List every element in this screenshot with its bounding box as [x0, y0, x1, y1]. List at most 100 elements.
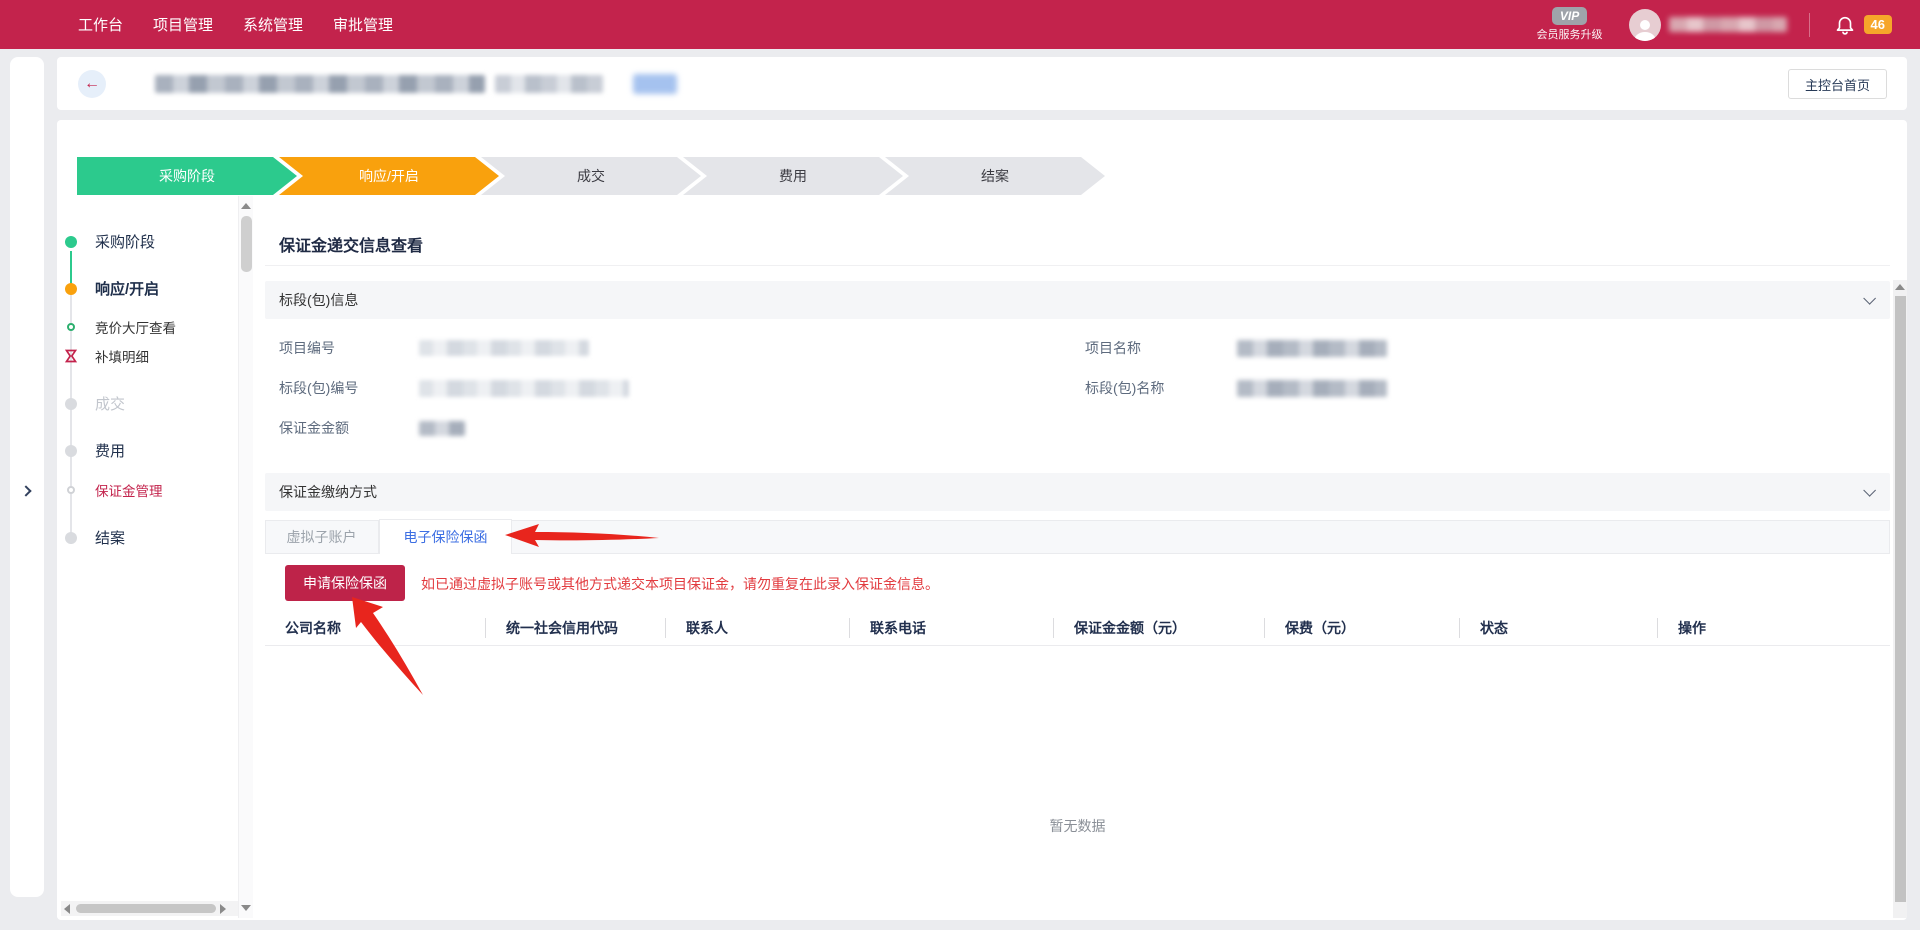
process-steps: 采购阶段 响应/开启 成交 费用 结案 — [77, 157, 1105, 195]
page: 工作台 项目管理 系统管理 审批管理 VIP 会员服务升级 46 — [0, 0, 1920, 930]
step-response-open[interactable]: 响应/开启 — [279, 157, 499, 195]
col-status: 状态 — [1459, 618, 1657, 638]
ring-done-icon — [67, 323, 75, 331]
nav-divider — [1809, 13, 1810, 37]
field-label: 标段(包)编号 — [279, 378, 419, 398]
section-title: 标段(包)信息 — [279, 290, 358, 310]
sidebar-hscroll-thumb[interactable] — [76, 904, 216, 913]
field-label: 保证金金额 — [279, 418, 419, 438]
field-project-no: 项目编号 — [279, 338, 589, 358]
sidebar-item-closing[interactable]: 结案 — [57, 527, 125, 548]
nav-item-workbench[interactable]: 工作台 — [78, 14, 123, 35]
scroll-left-icon[interactable] — [64, 904, 70, 914]
main-panel: 采购阶段 响应/开启 成交 费用 结案 采购阶段 响应/开启 竞价大厅查看 — [57, 120, 1907, 920]
step-fees[interactable]: 费用 — [683, 157, 903, 195]
sidebar-label: 费用 — [95, 440, 125, 461]
sidebar-label: 响应/开启 — [95, 278, 159, 299]
tab-e-insurance-letter[interactable]: 电子保险保函 — [379, 519, 512, 554]
dot-pending-icon — [65, 398, 77, 410]
step-deal[interactable]: 成交 — [481, 157, 701, 195]
scroll-up-icon[interactable] — [241, 203, 251, 209]
dot-active-icon — [65, 283, 77, 295]
empty-state-text: 暂无数据 — [265, 816, 1890, 836]
vip-icon: VIP — [1552, 7, 1587, 25]
col-company-name: 公司名称 — [265, 618, 485, 638]
field-project-name: 项目名称 — [1085, 338, 1387, 358]
person-icon — [1632, 17, 1658, 41]
notification-count-badge: 46 — [1864, 15, 1892, 34]
field-deposit-amount: 保证金金额 — [279, 418, 465, 438]
dot-pending-icon — [65, 532, 77, 544]
field-value-redacted — [419, 421, 465, 436]
scroll-up-icon[interactable] — [1895, 284, 1905, 290]
main-vscroll-thumb[interactable] — [1895, 296, 1906, 902]
warning-text: 如已通过虚拟子账号或其他方式递交本项目保证金，请勿重复在此录入保证金信息。 — [421, 574, 939, 594]
field-value-redacted — [1237, 380, 1387, 397]
expand-drawer-icon[interactable] — [20, 485, 31, 496]
field-value-redacted — [419, 340, 589, 356]
field-label: 项目编号 — [279, 338, 419, 358]
sidebar-item-bidding-hall[interactable]: 竞价大厅查看 — [57, 317, 176, 337]
field-label: 标段(包)名称 — [1085, 378, 1237, 398]
top-nav: 工作台 项目管理 系统管理 审批管理 VIP 会员服务升级 46 — [0, 0, 1920, 49]
dot-done-icon — [65, 236, 77, 248]
tab-virtual-subaccount[interactable]: 虚拟子账户 — [265, 520, 379, 554]
step-procurement[interactable]: 采购阶段 — [77, 157, 297, 195]
sidebar-item-deal[interactable]: 成交 — [57, 393, 125, 414]
collapse-chevron-icon[interactable] — [1863, 484, 1876, 497]
step-closing[interactable]: 结案 — [885, 157, 1105, 195]
sidebar-horizontal-scrollbar[interactable] — [61, 901, 238, 916]
nav-item-system-management[interactable]: 系统管理 — [243, 14, 303, 35]
sidebar-item-procurement[interactable]: 采购阶段 — [57, 231, 155, 252]
payment-tabs: 虚拟子账户 电子保险保函 — [265, 519, 1890, 554]
sidebar-item-response-open[interactable]: 响应/开启 — [57, 278, 159, 299]
col-actions: 操作 — [1657, 618, 1887, 638]
notifications[interactable]: 46 — [1834, 14, 1906, 36]
col-deposit-amount: 保证金金额（元） — [1053, 618, 1264, 638]
sidebar-label: 竞价大厅查看 — [95, 317, 176, 337]
section-payment-method: 保证金缴纳方式 — [265, 473, 1890, 511]
col-credit-code: 统一社会信用代码 — [485, 618, 665, 638]
scroll-right-icon[interactable] — [220, 904, 226, 914]
sidebar-vertical-scrollbar[interactable] — [238, 196, 253, 918]
section-package-info: 标段(包)信息 — [265, 281, 1890, 319]
nav-menu: 工作台 项目管理 系统管理 审批管理 — [78, 14, 393, 35]
nav-item-approval-management[interactable]: 审批管理 — [333, 14, 393, 35]
apply-insurance-letter-button[interactable]: 申请保险保函 — [285, 565, 405, 601]
back-button[interactable]: ← — [78, 70, 106, 98]
nav-item-project-management[interactable]: 项目管理 — [153, 14, 213, 35]
collapsed-drawer — [10, 57, 44, 897]
scroll-down-icon[interactable] — [241, 905, 251, 911]
sidebar-label: 保证金管理 — [95, 480, 163, 500]
sidebar-item-fill-details[interactable]: 补填明细 — [57, 346, 149, 366]
username-redacted[interactable] — [1669, 17, 1787, 32]
bell-icon — [1834, 14, 1856, 36]
field-label: 项目名称 — [1085, 338, 1237, 358]
main-vertical-scrollbar[interactable] — [1893, 280, 1907, 918]
user-avatar[interactable] — [1629, 9, 1661, 41]
nav-right-group: VIP 会员服务升级 46 — [1537, 0, 1920, 49]
sidebar-vscroll-thumb[interactable] — [241, 216, 252, 272]
hourglass-icon — [64, 349, 78, 363]
sidebar-item-deposit-management[interactable]: 保证金管理 — [57, 480, 163, 500]
sidebar-label: 结案 — [95, 527, 125, 548]
sidebar-label: 补填明细 — [95, 346, 149, 366]
sidebar-item-fees[interactable]: 费用 — [57, 440, 125, 461]
project-title-redacted-2 — [495, 75, 603, 93]
collapse-chevron-icon[interactable] — [1863, 292, 1876, 305]
divider — [265, 265, 1890, 266]
vip-caption: 会员服务升级 — [1537, 26, 1603, 42]
field-value-redacted — [419, 380, 629, 397]
col-premium: 保费（元） — [1264, 618, 1459, 638]
vip-upgrade[interactable]: VIP 会员服务升级 — [1537, 7, 1603, 42]
ring-pending-icon — [67, 486, 75, 494]
table-header-row: 公司名称 统一社会信用代码 联系人 联系电话 保证金金额（元） 保费（元） 状态… — [265, 610, 1890, 646]
field-value-redacted — [1237, 340, 1387, 357]
sidebar-label: 采购阶段 — [95, 231, 155, 252]
page-title: 保证金递交信息查看 — [279, 232, 423, 256]
back-arrow-icon: ← — [84, 75, 100, 93]
dot-pending-icon — [65, 445, 77, 457]
field-package-name: 标段(包)名称 — [1085, 378, 1387, 398]
col-phone: 联系电话 — [849, 618, 1053, 638]
console-home-button[interactable]: 主控台首页 — [1788, 69, 1887, 99]
